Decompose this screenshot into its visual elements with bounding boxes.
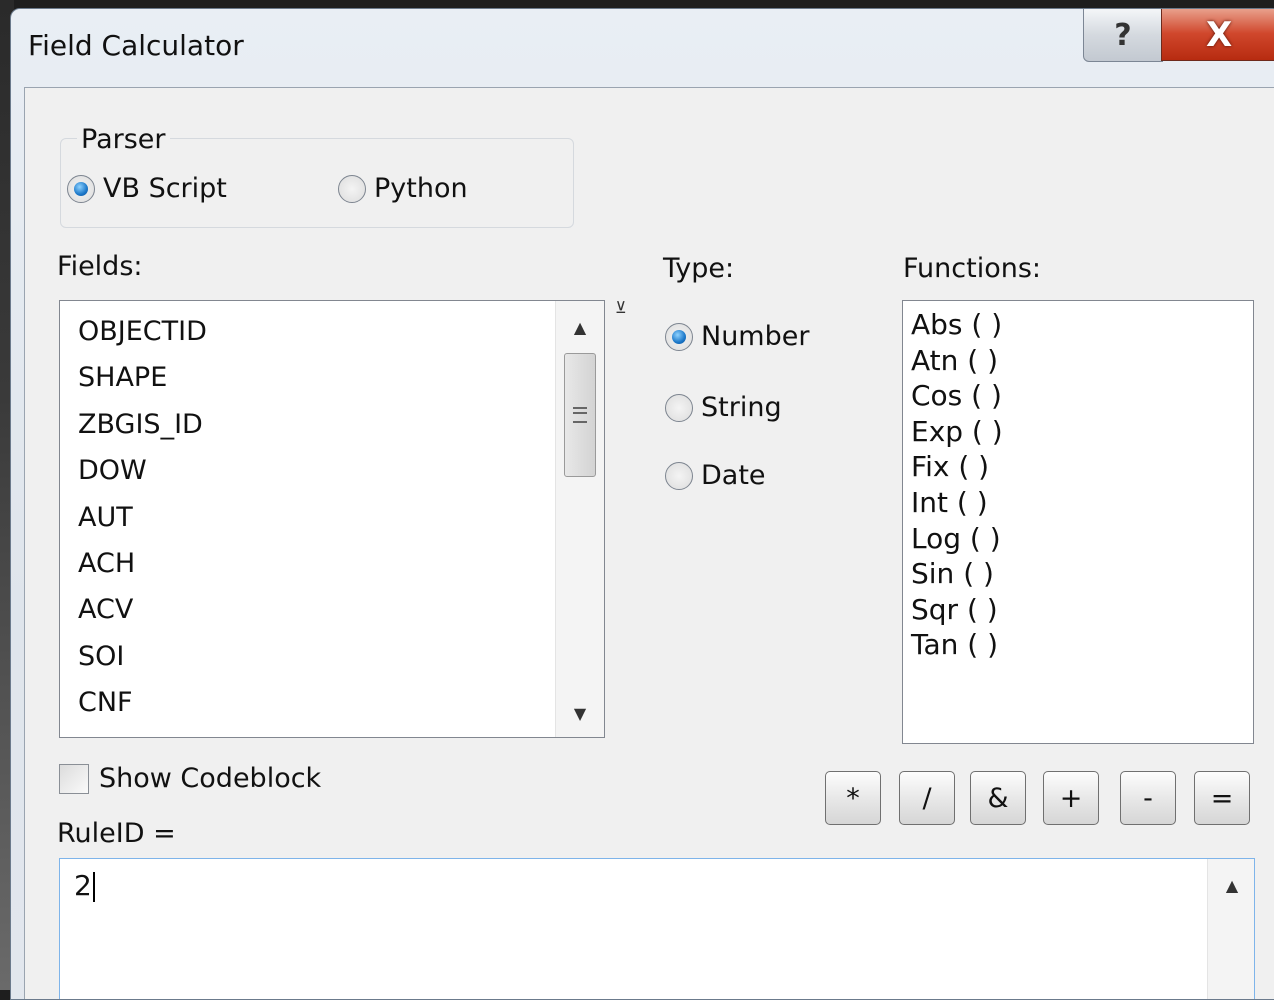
parser-option-vbscript[interactable]: VB Script: [67, 173, 227, 204]
parser-option-label: VB Script: [103, 173, 227, 204]
list-item[interactable]: ZBGIS_ID: [78, 402, 207, 448]
scroll-up-arrow-icon[interactable]: ▲: [1208, 865, 1256, 905]
list-item[interactable]: Atn ( ): [911, 343, 1003, 379]
radio-unselected-icon: [665, 393, 693, 422]
text-caret: [92, 872, 95, 902]
list-item[interactable]: ACH: [78, 541, 207, 587]
list-item[interactable]: Sin ( ): [911, 556, 1003, 592]
help-icon: ?: [1114, 17, 1132, 53]
scroll-thumb[interactable]: [564, 353, 596, 477]
parser-option-python[interactable]: Python: [338, 173, 468, 204]
type-option-date[interactable]: Date: [665, 460, 766, 491]
equals-button[interactable]: =: [1194, 771, 1250, 825]
list-item[interactable]: AUT: [78, 495, 207, 541]
parser-label: Parser: [77, 124, 170, 155]
list-item[interactable]: Sqr ( ): [911, 592, 1003, 628]
functions-label: Functions:: [903, 253, 1042, 284]
type-label: Type:: [663, 253, 735, 284]
show-codeblock-label[interactable]: Show Codeblock: [99, 763, 321, 794]
list-item[interactable]: Fix ( ): [911, 449, 1003, 485]
plus-button[interactable]: +: [1043, 771, 1099, 825]
list-item[interactable]: Exp ( ): [911, 414, 1003, 450]
expression-scrollbar[interactable]: ▲: [1207, 859, 1256, 999]
list-item[interactable]: Tan ( ): [911, 627, 1003, 663]
fields-label: Fields:: [57, 251, 143, 282]
list-item[interactable]: ACV: [78, 587, 207, 633]
list-item[interactable]: Cos ( ): [911, 378, 1003, 414]
list-item[interactable]: OBJECTID: [78, 309, 207, 355]
scroll-up-arrow-icon[interactable]: ▲: [556, 307, 604, 347]
radio-unselected-icon: [665, 461, 693, 490]
dialog-body: Parser VB Script Python Fields: OBJECTID…: [24, 87, 1274, 999]
ampersand-button[interactable]: &: [970, 771, 1026, 825]
radio-selected-icon: [67, 174, 95, 203]
type-option-number[interactable]: Number: [665, 321, 809, 352]
type-option-label: Date: [701, 460, 766, 491]
type-option-string[interactable]: String: [665, 392, 782, 423]
list-item[interactable]: Log ( ): [911, 521, 1003, 557]
multiply-button[interactable]: *: [825, 771, 881, 825]
expression-label: RuleID =: [57, 818, 176, 849]
parser-option-label: Python: [374, 173, 468, 204]
sort-fields-icon[interactable]: ⊻: [615, 298, 627, 317]
close-icon: X: [1206, 14, 1233, 55]
list-item[interactable]: SOI: [78, 634, 207, 680]
type-option-label: String: [701, 392, 782, 423]
close-button[interactable]: X: [1161, 9, 1274, 61]
list-item[interactable]: Abs ( ): [911, 307, 1003, 343]
minus-button[interactable]: -: [1120, 771, 1176, 825]
expression-input[interactable]: 2 ▲: [59, 858, 1256, 999]
show-codeblock-checkbox[interactable]: [59, 764, 89, 794]
scroll-down-arrow-icon[interactable]: ▼: [556, 693, 604, 733]
functions-list[interactable]: Abs ( ) Atn ( ) Cos ( ) Exp ( ) Fix ( ) …: [902, 300, 1254, 744]
help-button[interactable]: ?: [1083, 9, 1163, 62]
radio-selected-icon: [665, 322, 693, 351]
list-item[interactable]: Int ( ): [911, 485, 1003, 521]
list-item[interactable]: SHAPE: [78, 355, 207, 401]
list-item[interactable]: CNF: [78, 680, 207, 726]
radio-unselected-icon: [338, 174, 366, 203]
fields-list[interactable]: OBJECTID SHAPE ZBGIS_ID DOW AUT ACH ACV …: [59, 300, 605, 738]
field-calculator-dialog: Field Calculator ? X Parser VB Script Py…: [10, 8, 1274, 1000]
list-item[interactable]: DOW: [78, 448, 207, 494]
expression-text[interactable]: 2: [74, 869, 95, 902]
grip-icon: [573, 407, 587, 423]
divide-button[interactable]: /: [899, 771, 955, 825]
fields-scrollbar[interactable]: ▲ ▼: [555, 301, 604, 737]
type-option-label: Number: [701, 321, 810, 352]
dialog-title: Field Calculator: [28, 29, 244, 62]
